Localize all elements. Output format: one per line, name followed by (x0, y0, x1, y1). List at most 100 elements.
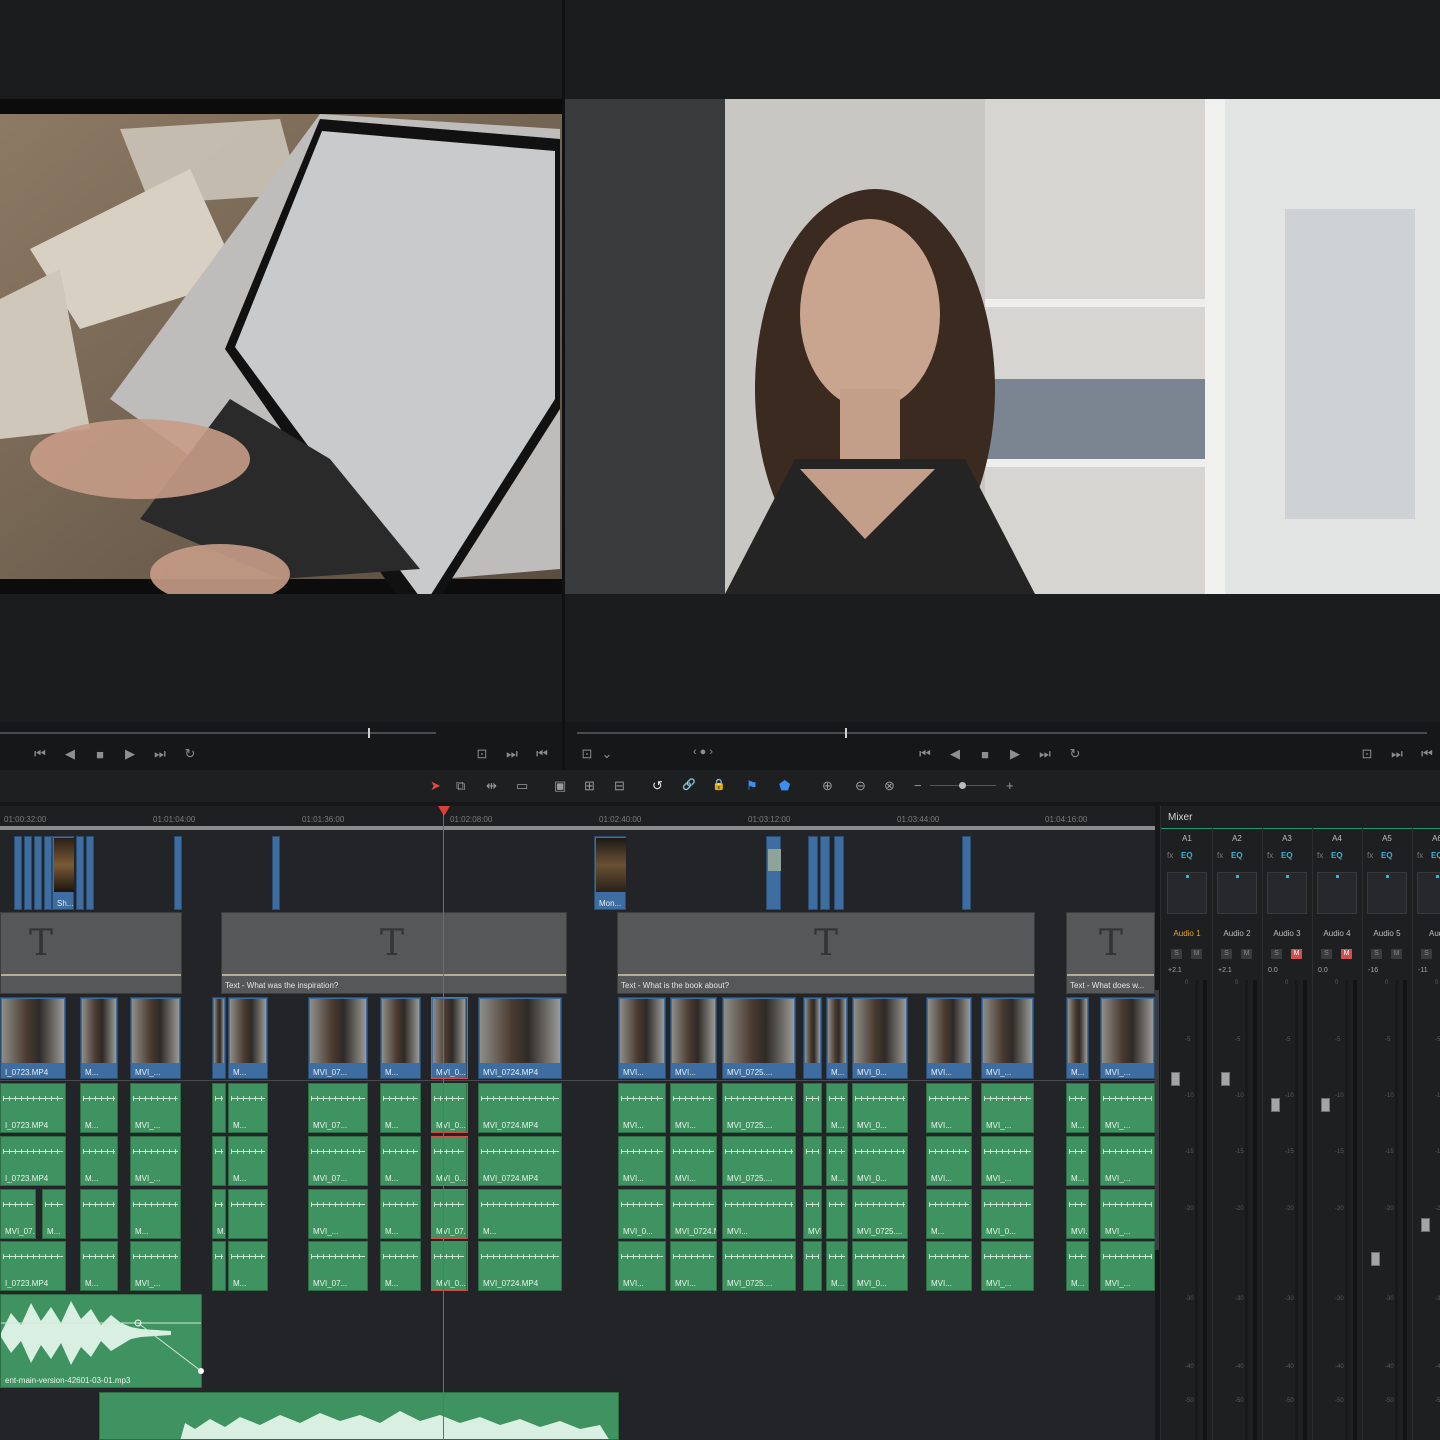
interview-video-clip[interactable]: MVI... (926, 997, 972, 1079)
interview-video-clip[interactable] (212, 997, 226, 1079)
zoom-slider-knob[interactable] (959, 782, 966, 789)
interview-video-clip[interactable]: M... (1066, 997, 1089, 1079)
interview-audio-clip[interactable]: M... (380, 1083, 421, 1133)
zoom-full-icon[interactable]: ⊕ (822, 778, 833, 794)
broll-clip[interactable] (34, 836, 42, 910)
loop-icon[interactable]: ↻ (1067, 746, 1083, 762)
interview-audio-clip[interactable]: M... (826, 1241, 848, 1291)
solo-button[interactable]: S (1221, 949, 1232, 959)
interview-audio-clip[interactable]: M... (130, 1189, 181, 1239)
interview-audio-clip[interactable]: M... (1066, 1241, 1089, 1291)
interview-audio-clip[interactable]: MVI_... (981, 1083, 1034, 1133)
interview-audio-clip[interactable]: MVI_... (1100, 1241, 1155, 1291)
interview-audio-clip[interactable]: MVI_... (308, 1189, 368, 1239)
interview-audio-clip[interactable]: M... (228, 1083, 268, 1133)
interview-audio-clip[interactable] (803, 1241, 822, 1291)
broll-clip[interactable] (174, 836, 182, 910)
broll-clip[interactable] (766, 836, 781, 910)
interview-audio-clip[interactable]: MVI... (926, 1241, 972, 1291)
interview-audio-clip[interactable]: M... (80, 1241, 118, 1291)
jump-end-icon[interactable]: ⏭ (1037, 746, 1053, 762)
selected-clip-outline[interactable] (431, 997, 468, 1079)
stop-icon[interactable]: ■ (92, 747, 108, 762)
volume-fader[interactable] (1271, 1098, 1280, 1112)
eq-button[interactable]: EQ (1381, 851, 1393, 860)
interview-audio-clip[interactable]: MVI... (722, 1189, 796, 1239)
interview-audio-clip[interactable] (212, 1241, 226, 1291)
fx-button[interactable]: fx (1267, 851, 1273, 860)
transform-icon[interactable]: ⊡ (579, 746, 595, 762)
pan-control[interactable] (1267, 872, 1307, 914)
dynamic-trim-icon[interactable]: ⇹ (486, 778, 497, 794)
interview-video-clip[interactable]: MVI_... (130, 997, 181, 1079)
fx-button[interactable]: fx (1217, 851, 1223, 860)
broll-clip[interactable]: Mon... (594, 836, 626, 910)
interview-audio-clip[interactable]: M... (380, 1136, 421, 1186)
interview-audio-clip[interactable]: M... (80, 1083, 118, 1133)
interview-audio-clip[interactable]: MVI... (618, 1136, 666, 1186)
interview-audio-clip[interactable]: MVI_... (1100, 1083, 1155, 1133)
title-clip[interactable]: T Text - What does w... (1066, 912, 1155, 994)
interview-audio-clip[interactable] (80, 1189, 118, 1239)
interview-audio-clip[interactable]: M... (42, 1189, 66, 1239)
title-clip[interactable]: T Text - What is the book about? (617, 912, 1035, 994)
play-reverse-icon[interactable]: ◀ (947, 746, 963, 762)
pan-control[interactable] (1367, 872, 1407, 914)
interview-video-clip[interactable]: M... (380, 997, 421, 1079)
selected-clip-outline[interactable] (431, 1189, 468, 1239)
title-clip[interactable]: T (0, 912, 182, 994)
interview-audio-clip[interactable]: MVI_0724.MP4 (670, 1189, 717, 1239)
broll-clip[interactable] (808, 836, 818, 910)
interview-audio-clip[interactable]: M... (826, 1136, 848, 1186)
interview-audio-clip[interactable]: MVI_0725.... (722, 1241, 796, 1291)
flag-icon[interactable]: ⚑ (746, 778, 758, 794)
play-reverse-icon[interactable]: ◀ (62, 746, 78, 762)
mute-button[interactable]: M (1241, 949, 1252, 959)
interview-audio-clip[interactable]: MVI_07... (308, 1241, 368, 1291)
interview-audio-clip[interactable]: MVI... (670, 1083, 717, 1133)
broll-clip[interactable] (44, 836, 52, 910)
mute-button[interactable]: M (1391, 949, 1402, 959)
eq-button[interactable]: EQ (1431, 851, 1440, 860)
interview-audio-clip[interactable]: MVI... (926, 1083, 972, 1133)
interview-audio-clip[interactable]: MVI... (670, 1241, 717, 1291)
interview-audio-clip[interactable] (228, 1189, 268, 1239)
music-clip-2[interactable] (99, 1392, 619, 1440)
interview-audio-clip[interactable]: MVI... (670, 1136, 717, 1186)
zoom-custom-icon[interactable]: ⊗ (884, 778, 895, 794)
interview-audio-clip[interactable]: M... (380, 1241, 421, 1291)
volume-fader[interactable] (1171, 1072, 1180, 1086)
interview-video-clip[interactable]: MVI_07... (308, 997, 368, 1079)
broll-clip[interactable] (14, 836, 22, 910)
fx-button[interactable]: fx (1367, 851, 1373, 860)
volume-fader[interactable] (1221, 1072, 1230, 1086)
play-icon[interactable]: ▶ (122, 746, 138, 762)
eq-button[interactable]: EQ (1281, 851, 1293, 860)
interview-audio-clip[interactable] (212, 1083, 226, 1133)
interview-audio-clip[interactable]: I_0723.MP4 (0, 1241, 66, 1291)
interview-audio-clip[interactable]: MVI_... (1100, 1136, 1155, 1186)
interview-audio-clip[interactable]: MVI_0... (981, 1189, 1034, 1239)
interview-audio-clip[interactable]: M... (228, 1241, 268, 1291)
interview-video-clip[interactable]: MVI_0725.... (722, 997, 796, 1079)
broll-clip[interactable] (24, 836, 32, 910)
title-clip[interactable]: T Text - What was the inspiration? (221, 912, 567, 994)
pan-control[interactable] (1317, 872, 1357, 914)
interview-audio-clip[interactable]: MVI_0725.... (722, 1083, 796, 1133)
interview-audio-clip[interactable]: M... (826, 1083, 848, 1133)
interview-audio-clip[interactable]: MVI_0... (852, 1083, 908, 1133)
zoom-detail-icon[interactable]: ⊖ (855, 778, 866, 794)
stop-icon[interactable]: ■ (977, 747, 993, 762)
interview-audio-clip[interactable]: MVI_0... (852, 1241, 908, 1291)
fx-button[interactable]: fx (1167, 851, 1173, 860)
eq-button[interactable]: EQ (1331, 851, 1343, 860)
source-playhead[interactable] (368, 728, 370, 738)
interview-audio-clip[interactable]: MVI... (926, 1136, 972, 1186)
selection-arrow-icon[interactable]: ➤ (430, 778, 441, 794)
interview-audio-clip[interactable]: MVI_07... (0, 1189, 36, 1239)
interview-video-clip[interactable]: MVI_... (981, 997, 1034, 1079)
interview-audio-clip[interactable]: MVI_0724.MP4 (478, 1083, 562, 1133)
interview-audio-clip[interactable]: M... (1066, 1083, 1089, 1133)
broll-clip[interactable] (962, 836, 971, 910)
broll-clip[interactable] (76, 836, 84, 910)
